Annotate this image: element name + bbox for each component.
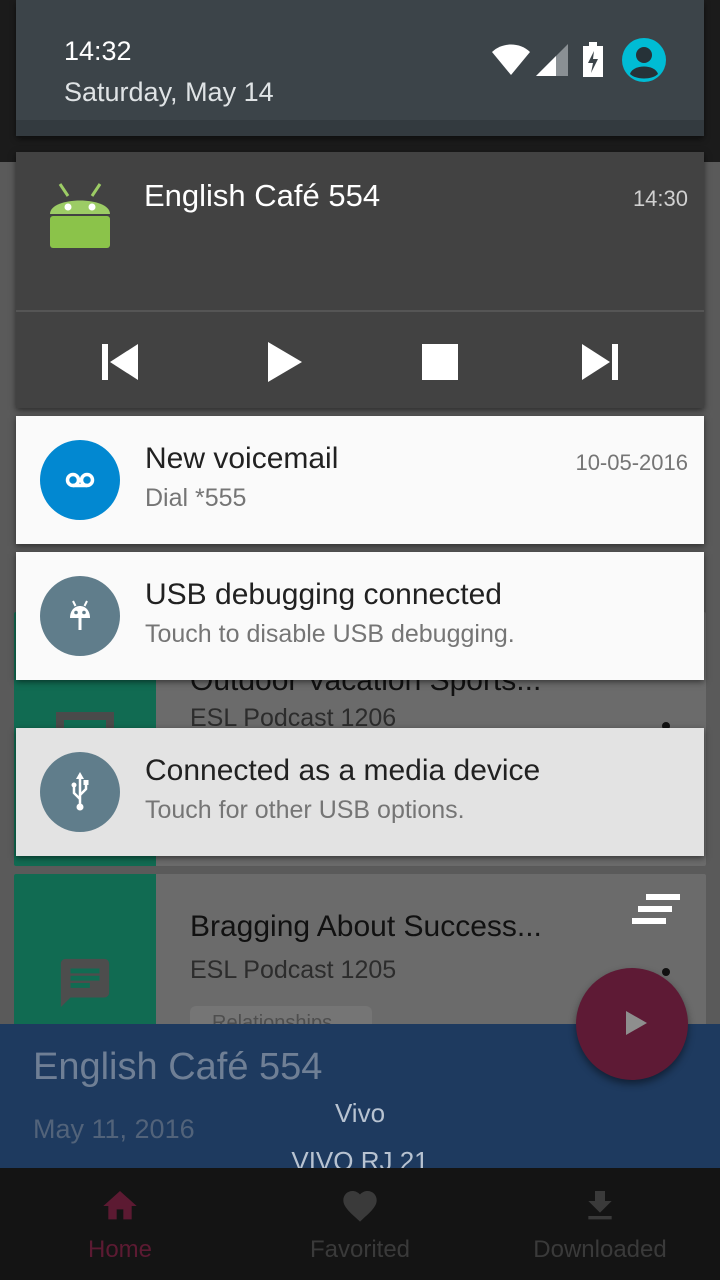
quick-settings-handle[interactable] [16,120,704,136]
media-notification-time: 14:30 [632,186,688,211]
usb-debugging-text: Touch to disable USB debugging. [145,620,515,648]
download-icon [588,1191,612,1220]
skip-previous-icon[interactable] [96,338,144,386]
wifi-icon[interactable] [492,44,530,76]
quick-settings-header[interactable]: 14:32 Saturday, May 14 [16,0,704,136]
now-playing-title: English Café 554 [33,1046,323,1088]
usb-debugging-notification[interactable]: USB debugging connected Touch to disable… [16,552,704,680]
media-notification[interactable]: English Café 554 14:30 [16,152,704,408]
voicemail-text: Dial *555 [145,484,247,512]
user-avatar-icon[interactable] [622,38,666,82]
cell-signal-icon[interactable] [536,44,568,76]
play-fab-button[interactable] [576,968,688,1080]
usb-media-icon-circle [40,752,120,832]
voicemail-title: New voicemail [145,442,339,475]
android-robot-icon [50,183,110,248]
voicemail-icon [65,472,95,488]
stop-icon[interactable] [416,338,464,386]
home-icon [103,1191,137,1220]
play-icon [626,1011,647,1035]
nav-favorited-label: Favorited [309,1236,411,1263]
voicemail-notification[interactable]: New voicemail Dial *555 10-05-2016 [16,416,704,544]
usb-media-text: Touch for other USB options. [145,796,465,824]
usb-debugging-title: USB debugging connected [145,578,502,611]
nav-home-label: Home [87,1236,153,1263]
chat-icon [60,958,110,1008]
skip-next-icon[interactable] [576,338,624,386]
android-bug-icon [70,600,90,630]
voicemail-icon-circle [40,440,120,520]
nav-home[interactable]: Home [0,1168,240,1280]
queue-icon[interactable] [632,894,682,930]
heart-icon [343,1191,377,1222]
status-clock: 14:32 [64,36,132,66]
usb-media-notification[interactable]: Connected as a media device Touch for ot… [16,728,704,856]
now-playing-artist: Vivo [334,1098,386,1128]
voicemail-time: 10-05-2016 [575,450,688,475]
usb-media-title: Connected as a media device [145,754,541,787]
battery-charging-icon[interactable] [582,42,604,78]
bottom-navigation: Home Favorited Downloaded [0,1168,720,1280]
media-notification-title: English Café 554 [144,178,381,213]
usb-debugging-icon-circle [40,576,120,656]
usb-icon [71,772,89,811]
nav-favorited[interactable]: Favorited [240,1168,480,1280]
media-controls-divider [16,310,704,312]
episode-title: Bragging About Success... [190,910,542,943]
episode-menu-icon[interactable] [662,968,670,976]
nav-downloaded[interactable]: Downloaded [480,1168,720,1280]
episode-thumbnail [14,874,156,1034]
nav-downloaded-label: Downloaded [533,1236,667,1263]
status-date[interactable]: Saturday, May 14 [64,77,274,108]
play-icon[interactable] [260,338,308,386]
episode-podcast: ESL Podcast 1205 [190,956,397,984]
